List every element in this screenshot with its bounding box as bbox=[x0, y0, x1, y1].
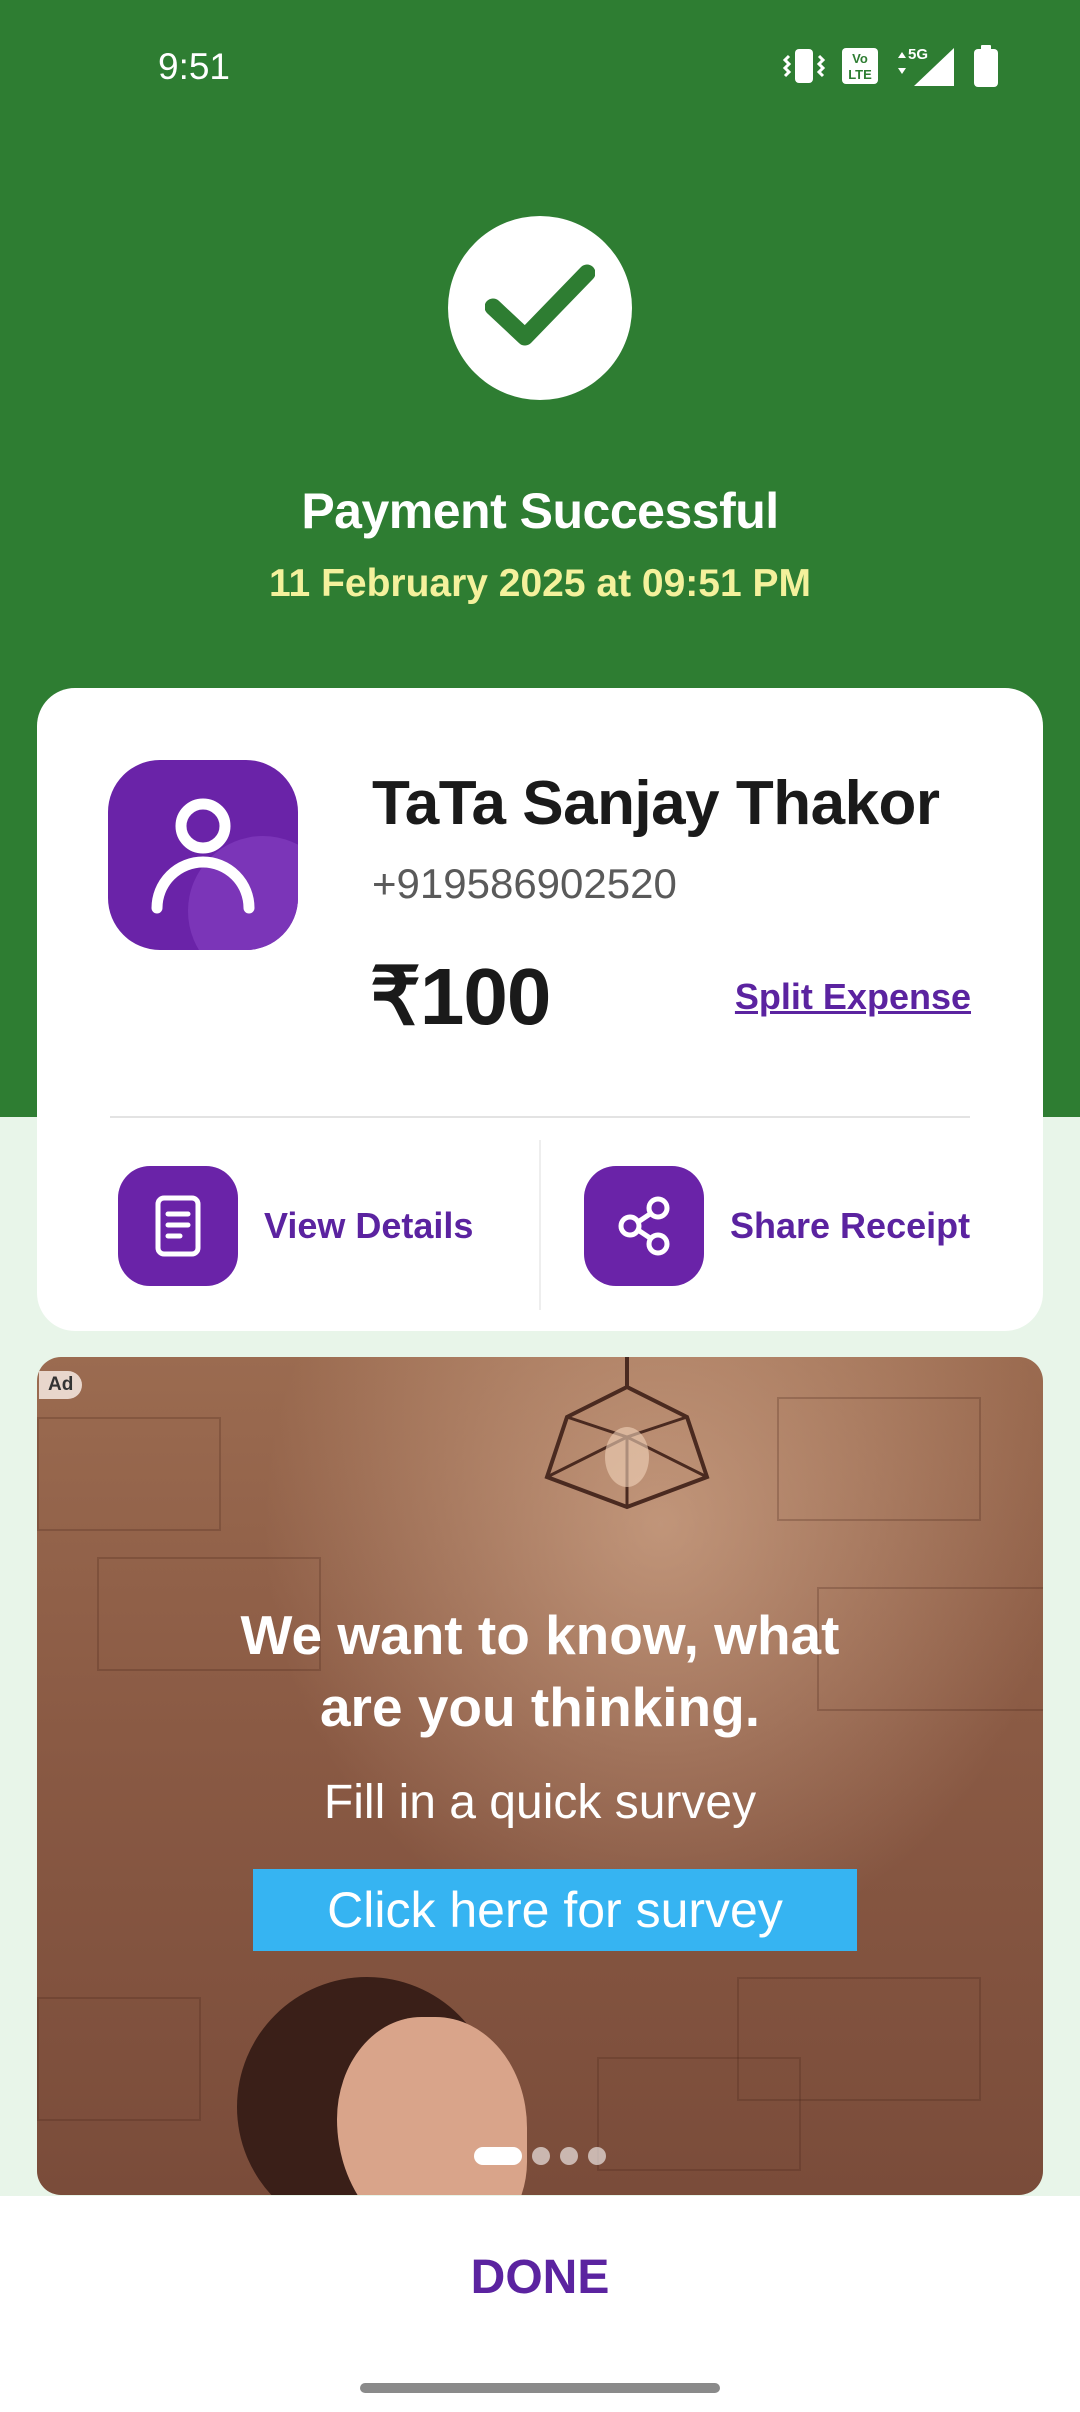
view-details-button[interactable]: View Details bbox=[118, 1166, 473, 1286]
carousel-dot[interactable] bbox=[474, 2147, 522, 2165]
view-details-label: View Details bbox=[264, 1205, 474, 1246]
svg-text:LTE: LTE bbox=[848, 67, 872, 82]
survey-button[interactable]: Click here for survey bbox=[253, 1869, 857, 1951]
split-expense-link[interactable]: Split Expense bbox=[735, 976, 971, 1018]
person-icon bbox=[151, 798, 255, 914]
ad-banner[interactable]: Ad We want to know, what are you thinkin… bbox=[37, 1357, 1043, 2195]
payee-name: TaTa Sanjay Thakor bbox=[372, 769, 940, 838]
share-receipt-button[interactable]: Share Receipt bbox=[584, 1166, 970, 1286]
payment-amount: ₹100 bbox=[370, 952, 551, 1041]
ad-badge: Ad bbox=[39, 1371, 83, 1399]
bottom-bar: DONE bbox=[0, 2196, 1080, 2412]
share-receipt-label: Share Receipt bbox=[730, 1205, 971, 1246]
ad-subline: Fill in a quick survey bbox=[323, 1776, 757, 1829]
ad-headline: are you thinking. bbox=[319, 1676, 761, 1738]
carousel-dot[interactable] bbox=[560, 2147, 578, 2165]
payee-phone: +919586902520 bbox=[372, 860, 677, 907]
svg-text:5G: 5G bbox=[908, 46, 928, 63]
share-icon bbox=[584, 1166, 704, 1286]
ad-headline: We want to know, what bbox=[240, 1604, 840, 1666]
carousel-indicator bbox=[37, 2147, 1043, 2165]
divider bbox=[110, 1116, 970, 1118]
volte-icon: Vo LTE bbox=[840, 46, 880, 91]
avatar bbox=[108, 760, 298, 950]
status-icons: Vo LTE 5G bbox=[782, 44, 1000, 92]
battery-icon bbox=[972, 44, 1000, 93]
vibrate-icon bbox=[782, 46, 826, 91]
payment-datetime: 11 February 2025 at 09:51 PM bbox=[269, 562, 811, 605]
status-bar: 9:51 Vo LTE 5G bbox=[0, 0, 1080, 140]
check-icon bbox=[484, 261, 596, 356]
divider bbox=[539, 1140, 541, 1310]
done-button[interactable]: DONE bbox=[0, 2250, 1080, 2305]
success-check-badge bbox=[448, 216, 632, 400]
lamp-icon bbox=[544, 1357, 710, 1510]
payment-card: TaTa Sanjay Thakor +919586902520 ₹100 Sp… bbox=[37, 688, 1043, 1331]
5g-signal-icon: 5G bbox=[894, 44, 958, 93]
receipt-icon bbox=[118, 1166, 238, 1286]
home-indicator[interactable] bbox=[360, 2383, 720, 2393]
svg-text:Vo: Vo bbox=[852, 51, 868, 66]
status-time: 9:51 bbox=[158, 46, 231, 87]
carousel-dot[interactable] bbox=[532, 2147, 550, 2165]
payment-status-title: Payment Successful bbox=[301, 483, 779, 539]
carousel-dot[interactable] bbox=[588, 2147, 606, 2165]
